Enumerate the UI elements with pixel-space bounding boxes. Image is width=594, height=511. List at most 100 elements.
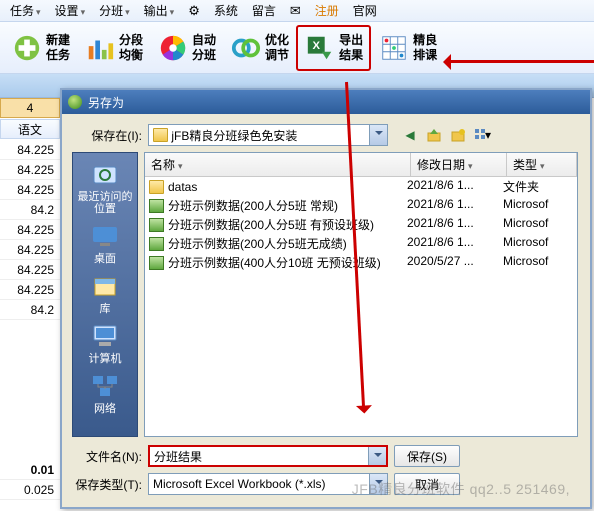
place-desktop[interactable]: 桌面 [88,221,122,265]
mail-icon[interactable]: ✉ [284,1,307,21]
new-task-button[interactable]: 新建 任务 [4,25,77,71]
recent-icon [88,159,122,189]
place-label: 库 [100,303,111,315]
loop-icon [230,32,262,64]
btn-label: 新建 任务 [46,33,70,63]
place-label: 计算机 [89,353,122,365]
btn-label: 自动 分班 [192,33,216,63]
file-list[interactable]: 名称 修改日期 类型 datas2021/8/6 1...文件夹分班示例数据(2… [144,152,578,437]
balance-button[interactable]: 分段 均衡 [77,25,150,71]
btn-label: 分段 均衡 [119,33,143,63]
desktop-icon [88,221,122,251]
cell[interactable]: 84.225 [0,280,60,300]
cancel-button[interactable]: 取消 [394,473,460,495]
col-name[interactable]: 名称 [145,153,411,176]
excel-icon [149,218,164,232]
excel-icon [149,199,164,213]
toolbar: 新建 任务 分段 均衡 自动 分班 优化 调节 X 导出 结果 精良 排课 [0,22,594,74]
dialog-title: 另存为 [88,94,124,111]
file-row[interactable]: datas2021/8/6 1...文件夹 [145,177,577,196]
file-row[interactable]: 分班示例数据(200人分5班 有预设班级)2021/8/6 1...Micros… [145,215,577,234]
cell[interactable]: 84.2 [0,200,60,220]
svg-text:X: X [313,39,321,51]
file-name: 分班示例数据(200人分5班 常规) [168,197,338,214]
menu-reg[interactable]: 注册 [309,0,345,21]
optimize-button[interactable]: 优化 调节 [223,25,296,71]
btn-label: 精良 排课 [413,33,437,63]
folder-icon [153,128,168,142]
place-network[interactable]: 网络 [88,371,122,415]
bars-icon [84,32,116,64]
file-type: Microsof [503,254,573,271]
file-name: 分班示例数据(200人分5班无成绩) [168,235,347,252]
file-date: 2021/8/6 1... [407,216,503,233]
grid-icon [378,32,410,64]
cell[interactable]: 84.225 [0,240,60,260]
save-button[interactable]: 保存(S) [394,445,460,467]
filename-combo[interactable]: 分班结果 [148,445,388,467]
menu-bar: 任务 设置 分班 输出 ⚙ 系统 留言 ✉ 注册 官网 [0,0,594,22]
file-date: 2021/8/6 1... [407,178,503,195]
place-label: 最近访问的位置 [75,191,135,215]
col-header[interactable]: 语文 [0,119,60,139]
place-label: 桌面 [94,253,116,265]
file-type: 文件夹 [503,178,573,195]
cell[interactable]: 0.025 [0,480,60,500]
filename-label: 文件名(N): [72,448,142,465]
auto-class-button[interactable]: 自动 分班 [150,25,223,71]
new-folder-icon[interactable] [448,125,468,145]
filename-value: 分班结果 [154,448,202,465]
cell[interactable]: 0.01 [0,460,60,480]
menu-site[interactable]: 官网 [347,0,383,21]
file-row[interactable]: 分班示例数据(400人分10班 无预设班级) 2020/5/27 ...Micro… [145,253,577,272]
excel-icon [149,256,164,270]
excel-icon [149,237,164,251]
file-name: 分班示例数据(400人分10班 无预设班级) [168,254,381,271]
filetype-value: Microsoft Excel Workbook (*.xls) [153,477,325,491]
cell[interactable]: 84.225 [0,260,60,280]
plus-icon [11,32,43,64]
filetype-combo[interactable]: Microsoft Excel Workbook (*.xls) [148,473,388,495]
file-date: 2020/5/27 ... [407,254,503,271]
library-icon [88,271,122,301]
file-row[interactable]: 分班示例数据(200人分5班 常规)2021/8/6 1...Microsof [145,196,577,215]
filetype-label: 保存类型(T): [72,476,142,493]
place-computer[interactable]: 计算机 [88,321,122,365]
menu-tasks[interactable]: 任务 [4,0,47,21]
menu-settings[interactable]: 设置 [49,0,92,21]
file-type: Microsof [503,235,573,252]
save-in-label: 保存在(I): [72,127,142,144]
export-button[interactable]: X 导出 结果 [296,25,371,71]
folder-icon [149,180,164,194]
cell[interactable]: 84.225 [0,220,60,240]
dialog-title-bar[interactable]: 另存为 [62,90,590,114]
menu-sys[interactable]: 系统 [208,0,244,21]
btn-label: 导出 结果 [339,33,363,63]
gear-icon[interactable]: ⚙ [182,1,206,21]
views-icon[interactable]: ▾ [472,125,492,145]
place-recent[interactable]: 最近访问的位置 [75,159,135,215]
places-bar: 最近访问的位置 桌面 库 计算机 网络 [72,152,138,437]
cell[interactable]: 84.225 [0,180,60,200]
folder-value: jFB精良分班绿色免安装 [171,127,297,144]
cell[interactable]: 84.2 [0,300,60,320]
file-type: Microsof [503,197,573,214]
folder-combo[interactable]: jFB精良分班绿色免安装 [148,124,388,146]
menu-class[interactable]: 分班 [93,0,136,21]
up-icon[interactable] [424,125,444,145]
place-label: 网络 [94,403,116,415]
file-row[interactable]: 分班示例数据(200人分5班无成绩)2021/8/6 1...Microsof [145,234,577,253]
col-type[interactable]: 类型 [507,153,577,176]
col-date[interactable]: 修改日期 [411,153,507,176]
cell[interactable]: 84.225 [0,160,60,180]
cell[interactable]: 84.225 [0,140,60,160]
save-as-dialog: 另存为 保存在(I): jFB精良分班绿色免安装 ◀ ▾ 最近访问的位置 桌面 … [60,88,592,509]
menu-board[interactable]: 留言 [246,0,282,21]
schedule-button[interactable]: 精良 排课 [371,25,444,71]
place-lib[interactable]: 库 [88,271,122,315]
nav-icons: ◀ ▾ [400,125,492,145]
back-icon[interactable]: ◀ [400,125,420,145]
col-index[interactable]: 4 [0,98,60,118]
btn-label: 优化 调节 [265,33,289,63]
menu-output[interactable]: 输出 [138,0,181,21]
